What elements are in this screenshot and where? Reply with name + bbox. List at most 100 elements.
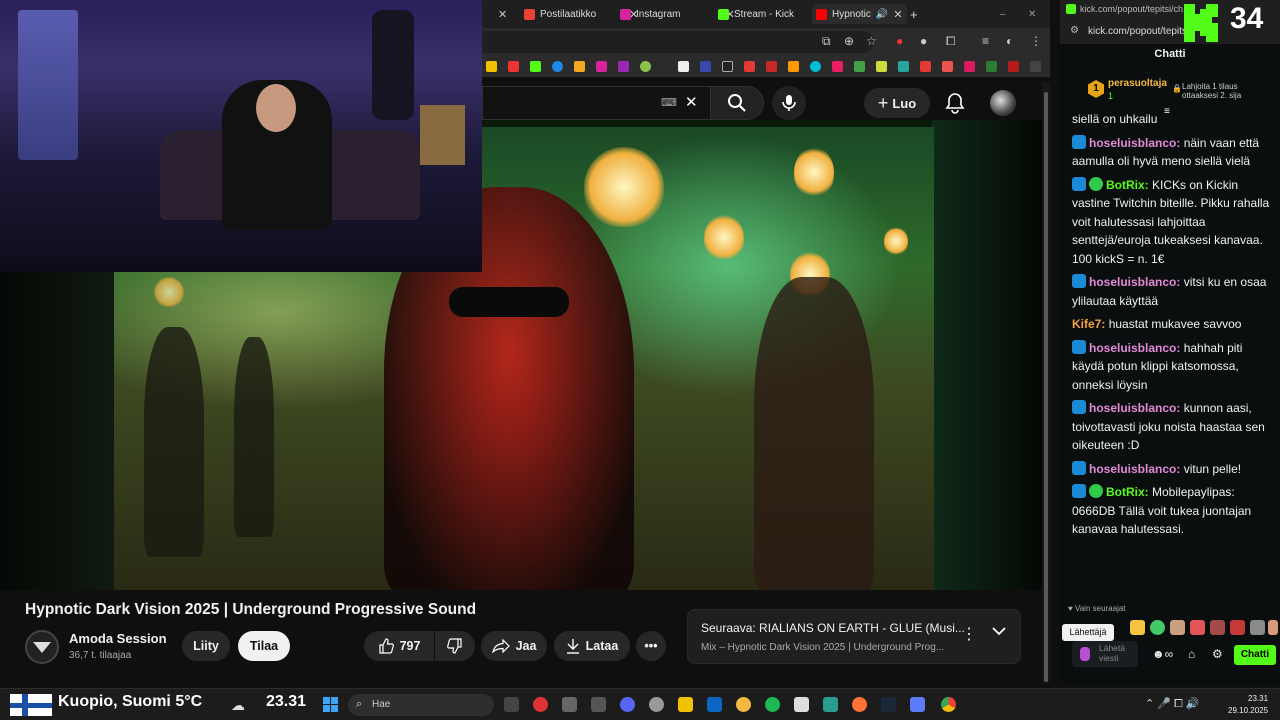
bell-icon[interactable] <box>944 92 966 114</box>
scrollbar-thumb[interactable] <box>1044 92 1048 682</box>
bookmark-icon[interactable] <box>596 61 607 72</box>
create-button[interactable]: + Luo <box>864 88 930 118</box>
app-icon[interactable] <box>794 697 809 712</box>
bookmark-icon[interactable] <box>854 61 865 72</box>
weather-widget[interactable]: Kuopio, Suomi 5°C <box>58 693 202 711</box>
more-actions-button[interactable]: ••• <box>636 631 666 661</box>
profile-icon[interactable]: ◐ <box>1006 34 1013 48</box>
bookmark-icon[interactable] <box>552 61 563 72</box>
like-button[interactable]: 797 <box>364 631 434 661</box>
bookmark-icon[interactable] <box>810 61 821 72</box>
bookmark-icon[interactable] <box>700 61 711 72</box>
emote-icon[interactable] <box>1170 620 1185 635</box>
url-field[interactable] <box>482 31 874 53</box>
widgets-icon[interactable] <box>504 697 519 712</box>
mic-icon[interactable] <box>1080 647 1090 661</box>
avatar[interactable] <box>990 90 1016 116</box>
chat-username[interactable]: hoseluisblanco: <box>1089 275 1180 289</box>
chrome-icon[interactable] <box>941 697 956 712</box>
bookmark-icon[interactable] <box>530 61 541 72</box>
bookmark-icon[interactable] <box>920 61 931 72</box>
app-icon[interactable] <box>736 697 751 712</box>
clear-icon[interactable]: ✕ <box>685 93 698 111</box>
tab-kick-stream[interactable]: Stream - Kick ✕ <box>718 4 822 24</box>
chat-username[interactable]: hoseluisblanco: <box>1089 401 1180 415</box>
tab-hypnotic[interactable]: Hypnotic 🔊 ✕ <box>812 4 907 24</box>
page-scrollbar[interactable] <box>1042 82 1050 682</box>
chevron-down-icon[interactable] <box>992 626 1006 636</box>
bookmark-icon[interactable] <box>486 61 497 72</box>
more-vert-icon[interactable]: ⋮ <box>961 624 977 644</box>
emote-icon[interactable] <box>1210 620 1225 635</box>
chat-username[interactable]: hoseluisblanco: <box>1089 462 1180 476</box>
app-icon[interactable] <box>910 697 925 712</box>
chat-username[interactable]: Kife7: <box>1072 317 1105 331</box>
bookmark-icon[interactable] <box>986 61 997 72</box>
bookmark-icon[interactable] <box>832 61 843 72</box>
chat-username[interactable]: hoseluisblanco: <box>1089 341 1180 355</box>
channel-name[interactable]: Amoda Session <box>69 631 167 646</box>
channel-avatar[interactable] <box>25 630 59 664</box>
steam-icon[interactable] <box>881 697 896 712</box>
zoom-icon[interactable]: ⊕ <box>844 34 854 48</box>
send-chat-button[interactable]: Chatti <box>1234 645 1276 665</box>
close-window-button[interactable]: ✕ <box>1028 4 1036 24</box>
puzzle-icon[interactable]: ⧠ <box>946 34 956 49</box>
cast-icon[interactable]: ⧉ <box>822 34 831 49</box>
keyboard-icon[interactable]: ⌨ <box>661 96 677 109</box>
bookmark-icon[interactable] <box>640 61 651 72</box>
discord-icon[interactable] <box>620 697 635 712</box>
emote-icon[interactable] <box>1150 620 1165 635</box>
settings-icon[interactable] <box>649 697 664 712</box>
bookmark-icon[interactable] <box>964 61 975 72</box>
gift-info[interactable]: Lahjoita 1 tilaus ottaaksesi 2. sija <box>1182 82 1272 100</box>
speaker-icon[interactable]: 🔊 <box>876 9 888 20</box>
system-clock[interactable]: 23.31 29.10.2025 <box>1228 693 1268 717</box>
close-icon[interactable]: ✕ <box>893 8 902 21</box>
emote-icon[interactable] <box>1190 620 1205 635</box>
windows-start-button[interactable] <box>323 697 339 713</box>
emote-icon[interactable] <box>1130 620 1145 635</box>
share-button[interactable]: Jaa <box>481 631 547 661</box>
site-settings-icon[interactable]: ⚙ <box>1070 25 1079 36</box>
next-up-card[interactable]: Seuraava: RIALIANS ON EARTH - GLUE (Musi… <box>687 609 1021 664</box>
chat-username[interactable]: BotRix: <box>1106 485 1149 499</box>
bookmark-icon[interactable] <box>744 61 755 72</box>
download-button[interactable]: Lataa <box>554 631 630 661</box>
emote-icon[interactable] <box>1268 620 1278 635</box>
new-tab-button[interactable]: + <box>910 4 918 24</box>
bookmark-icon[interactable] <box>1008 61 1019 72</box>
firefox-icon[interactable] <box>852 697 867 712</box>
kick-url[interactable]: kick.com/popout/tepits <box>1088 26 1187 37</box>
extension-icon[interactable]: ● <box>920 34 927 48</box>
store-icon[interactable]: ⌂ <box>1188 647 1195 661</box>
bookmark-icon[interactable] <box>678 61 689 72</box>
app-icon[interactable] <box>823 697 838 712</box>
gear-icon[interactable]: ⚙ <box>1212 647 1223 661</box>
bookmark-icon[interactable] <box>618 61 629 72</box>
bookmark-icon[interactable] <box>574 61 585 72</box>
folder-icon[interactable] <box>678 697 693 712</box>
menu-icon[interactable]: ⋮ <box>1030 34 1042 48</box>
voice-search-button[interactable] <box>772 86 806 120</box>
emote-icon[interactable] <box>1230 620 1245 635</box>
chat-username[interactable]: BotRix: <box>1106 178 1149 192</box>
outlook-icon[interactable] <box>707 697 722 712</box>
media-icon[interactable]: ≡ <box>982 34 989 48</box>
bookmark-icon[interactable] <box>942 61 953 72</box>
system-tray[interactable]: ⌃ 🎤 ⧠ 🔊 <box>1145 697 1200 711</box>
search-input[interactable]: ⌨ ✕ <box>482 86 710 120</box>
gifter-name[interactable]: perasuoltaja <box>1108 78 1167 89</box>
dislike-button[interactable] <box>435 631 475 661</box>
minimize-button[interactable]: – <box>1000 4 1006 24</box>
search-button[interactable] <box>710 86 764 120</box>
emote-icon[interactable] <box>1250 620 1265 635</box>
adblock-icon[interactable]: ● <box>896 34 903 48</box>
bookmark-icon[interactable] <box>1030 61 1041 72</box>
taskbar-search[interactable]: ⌕ Hae <box>348 694 494 716</box>
tab-close-prev[interactable]: ✕ <box>498 4 507 24</box>
app-icon[interactable] <box>591 697 606 712</box>
tiktok-icon[interactable] <box>722 61 733 72</box>
star-icon[interactable]: ☆ <box>866 34 877 48</box>
bookmark-icon[interactable] <box>898 61 909 72</box>
